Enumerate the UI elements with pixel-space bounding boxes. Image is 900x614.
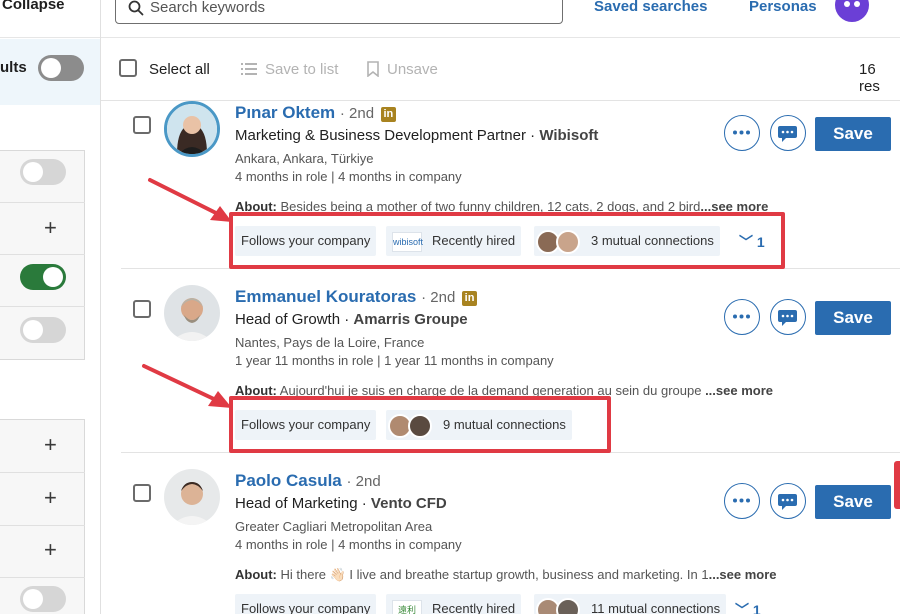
more-actions-button[interactable] — [724, 299, 760, 335]
mutual-connections-label: 11 mutual connections — [591, 601, 721, 614]
expand-insights-button[interactable]: ﹀ 1 — [735, 600, 761, 614]
see-more-link[interactable]: ...see more — [701, 383, 773, 398]
lead-location: Ankara, Ankara, Türkiye — [235, 151, 374, 166]
message-button[interactable] — [770, 115, 806, 151]
connection-degree: · 2nd — [339, 105, 375, 122]
ellipsis-icon — [733, 314, 750, 319]
save-to-list-button[interactable]: Save to list — [265, 61, 338, 78]
list-icon — [241, 63, 257, 75]
add-filter-icon[interactable]: + — [44, 434, 57, 456]
top-bar: Saved searches Personas — [101, 0, 900, 38]
sidebar-header: Collapse — [0, 0, 100, 38]
search-box — [115, 0, 563, 24]
company-link[interactable]: Amarris Groupe — [353, 311, 467, 328]
connection-degree: · 2nd — [346, 473, 381, 490]
see-more-link[interactable]: ...see more — [709, 567, 777, 582]
save-button[interactable]: Save — [815, 485, 891, 519]
company-logo-icon: 遠利 — [392, 599, 422, 614]
company-link[interactable]: Wibisoft — [539, 127, 598, 144]
filter-toggle-4[interactable] — [20, 586, 66, 612]
collapse-button[interactable]: Collapse — [2, 0, 65, 13]
add-filter-icon[interactable]: + — [44, 487, 57, 509]
lead-name[interactable]: Paolo Casula · 2nd — [235, 471, 381, 491]
about-text: Hi there 👋🏻 I live and breathe startup g… — [280, 567, 709, 582]
select-all-label[interactable]: Select all — [149, 61, 210, 78]
arrow-icon — [142, 364, 232, 408]
job-title: Marketing & Business Development Partner — [235, 127, 526, 144]
add-filter-icon[interactable]: + — [44, 539, 57, 561]
personas-link[interactable]: Personas — [749, 0, 817, 15]
ellipsis-icon — [733, 130, 750, 135]
job-title: Head of Marketing — [235, 495, 358, 512]
ellipsis-icon — [733, 498, 750, 503]
lead-title: Marketing & Business Development Partner… — [235, 127, 599, 144]
filter-group-2: + + + — [0, 419, 85, 614]
message-icon — [778, 310, 797, 326]
message-button[interactable] — [770, 483, 806, 519]
bulk-action-bar: Select all Save to list Unsave 16 res — [101, 39, 900, 101]
highlight-box — [229, 396, 611, 453]
lead-title: Head of Growth · Amarris Groupe — [235, 311, 468, 328]
avatar[interactable] — [164, 469, 220, 525]
lead-title: Head of Marketing · Vento CFD — [235, 495, 447, 512]
bookmark-icon — [367, 61, 379, 77]
lead-about: About: Hi there 👋🏻 I live and breathe st… — [235, 567, 777, 583]
lead-tenure: 1 year 11 months in role | 1 year 11 mon… — [235, 353, 554, 368]
lead-tenure: 4 months in role | 4 months in company — [235, 169, 462, 184]
job-title: Head of Growth — [235, 311, 341, 328]
add-filter-icon[interactable]: + — [44, 217, 57, 239]
filter-toggle-1[interactable] — [20, 159, 66, 185]
message-icon — [778, 126, 797, 142]
chevron-down-icon: ﹀ — [735, 602, 749, 614]
about-label: About: — [235, 567, 277, 582]
avatar[interactable] — [164, 101, 220, 157]
highlight-box — [229, 212, 785, 269]
saved-searches-link[interactable]: Saved searches — [594, 0, 707, 15]
results-count: 16 res — [859, 61, 880, 95]
recently-hired-label: Recently hired — [432, 601, 516, 614]
save-button[interactable]: Save — [815, 117, 891, 151]
lead-name-text[interactable]: Paolo Casula — [235, 471, 342, 490]
lead-select-checkbox[interactable] — [133, 300, 151, 318]
filter-toggle-2[interactable] — [20, 264, 66, 290]
select-all-checkbox[interactable] — [119, 59, 137, 77]
message-button[interactable] — [770, 299, 806, 335]
linkedin-icon: in — [462, 291, 478, 306]
expand-count: 1 — [752, 602, 761, 614]
message-icon — [778, 494, 797, 510]
company-link[interactable]: Vento CFD — [371, 495, 447, 512]
follows-company-chip[interactable]: Follows your company — [235, 594, 377, 614]
mutual-connections-chip[interactable]: 11 mutual connections — [534, 594, 727, 614]
lead-select-checkbox[interactable] — [133, 116, 151, 134]
lead-name-text[interactable]: Emmanuel Kouratoras — [235, 287, 416, 306]
filter-toggle-3[interactable] — [20, 317, 66, 343]
recently-hired-chip[interactable]: 遠利 Recently hired — [386, 594, 522, 614]
more-actions-button[interactable] — [724, 483, 760, 519]
lead-select-checkbox[interactable] — [133, 484, 151, 502]
lead-name-text[interactable]: Pınar Oktem — [235, 103, 335, 122]
save-button[interactable]: Save — [815, 301, 891, 335]
filter-group-1: + — [0, 150, 85, 360]
lead-location: Nantes, Pays de la Loire, France — [235, 335, 425, 350]
mutual-avatar — [556, 598, 580, 614]
lead-card: Paolo Casula · 2nd Head of Marketing · V… — [121, 453, 900, 614]
lead-location: Greater Cagliari Metropolitan Area — [235, 519, 433, 534]
assistant-bot-icon[interactable] — [835, 0, 869, 22]
lead-name[interactable]: Pınar Oktem · 2nd in — [235, 103, 396, 123]
results-toggle-label: ults — [0, 59, 27, 76]
search-icon — [128, 0, 144, 16]
search-input[interactable] — [150, 0, 550, 17]
results-toggle-row: ults — [0, 39, 100, 105]
connection-degree: · 2nd — [421, 289, 456, 306]
lead-tenure: 4 months in role | 4 months in company — [235, 537, 462, 552]
avatar[interactable] — [164, 285, 220, 341]
unsave-button[interactable]: Unsave — [387, 61, 438, 78]
more-actions-button[interactable] — [724, 115, 760, 151]
lead-name[interactable]: Emmanuel Kouratoras · 2nd in — [235, 287, 478, 307]
results-toggle[interactable] — [38, 55, 84, 81]
edge-marker — [894, 461, 900, 509]
filter-sidebar: Collapse ults + + + + — [0, 0, 101, 614]
linkedin-icon: in — [380, 107, 396, 122]
arrow-icon — [148, 178, 232, 222]
